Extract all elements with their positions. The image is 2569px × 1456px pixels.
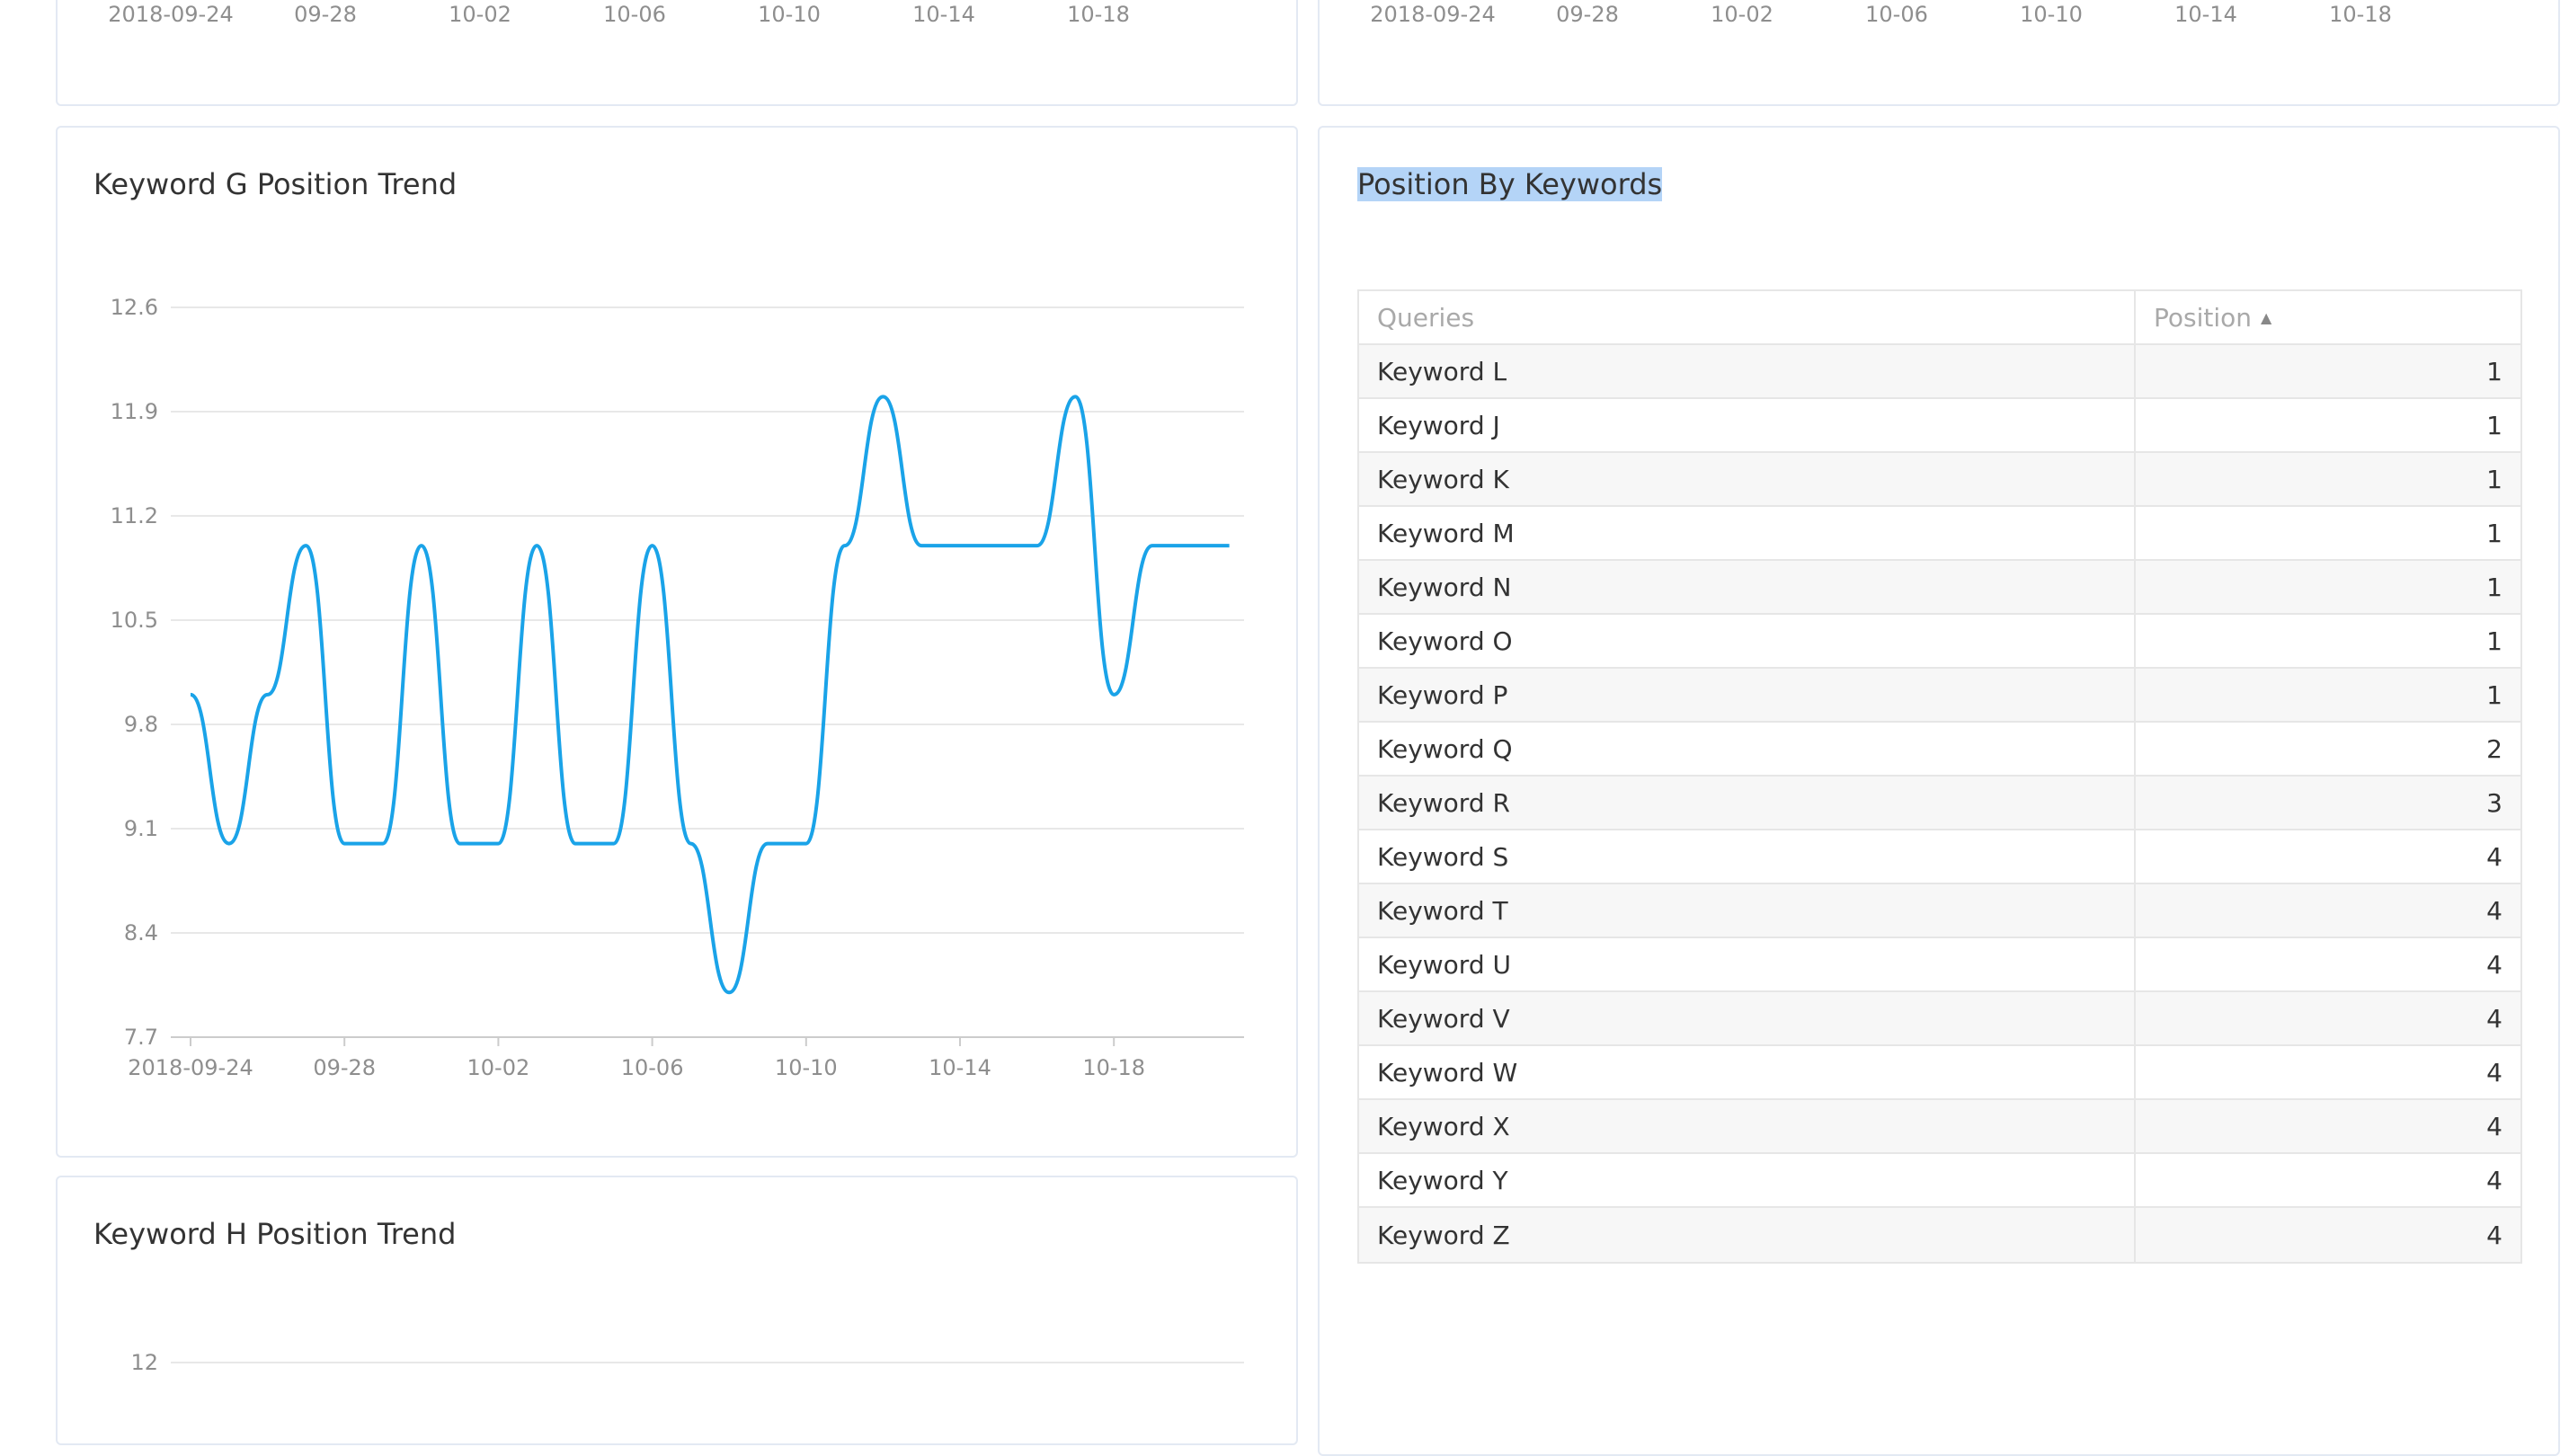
position-cell: 4 bbox=[2136, 1100, 2520, 1152]
top-right-x-tick-label: 10-14 bbox=[2174, 2, 2237, 27]
query-cell: Keyword Y bbox=[1359, 1154, 2136, 1206]
table-body: Keyword L1Keyword J1Keyword K1Keyword M1… bbox=[1359, 345, 2520, 1262]
query-cell: Keyword Q bbox=[1359, 723, 2136, 775]
top-left-x-tick-label: 10-10 bbox=[758, 2, 821, 27]
top-left-x-tick-label: 10-02 bbox=[449, 2, 511, 27]
top-right-chart-card: 2018-09-24 09-28 10-02 10-06 10-10 10-14 10-18 bbox=[1318, 0, 2560, 106]
query-cell: Keyword P bbox=[1359, 669, 2136, 721]
position-cell: 4 bbox=[2136, 938, 2520, 990]
table-row[interactable]: Keyword L1 bbox=[1359, 345, 2520, 399]
table-row[interactable]: Keyword P1 bbox=[1359, 669, 2520, 723]
position-cell: 2 bbox=[2136, 723, 2520, 775]
top-left-chart-card: 2018-09-24 09-28 10-02 10-06 10-10 10-14 10-18 bbox=[56, 0, 1298, 106]
query-cell: Keyword L bbox=[1359, 345, 2136, 397]
top-right-x-tick-label: 10-18 bbox=[2329, 2, 2392, 27]
top-right-x-tick-label: 09-28 bbox=[1556, 2, 1619, 27]
position-cell: 4 bbox=[2136, 1154, 2520, 1206]
x-tick-label: 10-06 bbox=[621, 1055, 684, 1080]
top-right-x-tick-label: 10-06 bbox=[1865, 2, 1928, 27]
x-tick-label: 09-28 bbox=[313, 1055, 376, 1080]
y-tick-label: 9.1 bbox=[124, 816, 158, 841]
x-tick-label: 10-10 bbox=[775, 1055, 838, 1080]
query-cell: Keyword M bbox=[1359, 507, 2136, 559]
x-tick-label: 10-14 bbox=[929, 1055, 991, 1080]
position-column-header[interactable]: Position ▲ bbox=[2136, 291, 2520, 343]
keyword-h-line-chart: 12 bbox=[58, 1177, 1300, 1447]
table-row[interactable]: Keyword S4 bbox=[1359, 830, 2520, 884]
table-row[interactable]: Keyword K1 bbox=[1359, 453, 2520, 507]
position-cell: 1 bbox=[2136, 345, 2520, 397]
query-cell: Keyword J bbox=[1359, 399, 2136, 451]
table-row[interactable]: Keyword X4 bbox=[1359, 1100, 2520, 1154]
selected-title-text[interactable]: Position By Keywords bbox=[1357, 167, 1662, 201]
query-cell: Keyword O bbox=[1359, 615, 2136, 667]
query-cell: Keyword K bbox=[1359, 453, 2136, 505]
top-right-x-tick-label: 10-02 bbox=[1711, 2, 1773, 27]
table-row[interactable]: Keyword V4 bbox=[1359, 992, 2520, 1046]
top-right-x-axis: 2018-09-24 09-28 10-02 10-06 10-10 10-14 10-18 bbox=[1320, 2, 2558, 29]
table-row[interactable]: Keyword O1 bbox=[1359, 615, 2520, 669]
query-cell: Keyword R bbox=[1359, 777, 2136, 829]
keyword-h-chart-card: Keyword H Position Trend 12 bbox=[56, 1176, 1298, 1445]
y-tick-label: 12.6 bbox=[111, 295, 158, 320]
query-cell: Keyword X bbox=[1359, 1100, 2136, 1152]
y-tick-label: 8.4 bbox=[124, 920, 158, 946]
table-row[interactable]: Keyword Q2 bbox=[1359, 723, 2520, 777]
y-tick-label: 12 bbox=[130, 1350, 158, 1375]
x-tick-label: 10-18 bbox=[1082, 1055, 1145, 1080]
y-tick-label: 11.9 bbox=[111, 399, 158, 424]
query-cell: Keyword U bbox=[1359, 938, 2136, 990]
top-right-x-tick-label: 10-10 bbox=[2020, 2, 2083, 27]
query-cell: Keyword W bbox=[1359, 1046, 2136, 1098]
position-by-keywords-title: Position By Keywords bbox=[1357, 167, 1662, 201]
top-left-x-axis: 2018-09-24 09-28 10-02 10-06 10-10 10-14 10-18 bbox=[58, 2, 1296, 29]
x-tick-label: 2018-09-24 bbox=[128, 1055, 253, 1080]
keyword-g-chart-card: Keyword G Position Trend 12.611.911.210.… bbox=[56, 126, 1298, 1158]
position-cell: 1 bbox=[2136, 669, 2520, 721]
queries-column-header[interactable]: Queries bbox=[1359, 291, 2136, 343]
table-row[interactable]: Keyword N1 bbox=[1359, 561, 2520, 615]
table-row[interactable]: Keyword Y4 bbox=[1359, 1154, 2520, 1208]
position-cell: 3 bbox=[2136, 777, 2520, 829]
position-cell: 1 bbox=[2136, 453, 2520, 505]
table-row[interactable]: Keyword T4 bbox=[1359, 884, 2520, 938]
query-cell: Keyword T bbox=[1359, 884, 2136, 937]
top-right-x-tick-label: 2018-09-24 bbox=[1370, 2, 1495, 27]
position-cell: 1 bbox=[2136, 399, 2520, 451]
top-left-x-tick-label: 10-14 bbox=[912, 2, 975, 27]
y-tick-label: 9.8 bbox=[124, 712, 158, 737]
table-row[interactable]: Keyword J1 bbox=[1359, 399, 2520, 453]
sort-ascending-icon[interactable]: ▲ bbox=[2261, 309, 2271, 326]
top-left-x-tick-label: 10-18 bbox=[1067, 2, 1130, 27]
table-row[interactable]: Keyword W4 bbox=[1359, 1046, 2520, 1100]
position-cell: 4 bbox=[2136, 884, 2520, 937]
position-cell: 1 bbox=[2136, 615, 2520, 667]
x-tick-label: 10-02 bbox=[467, 1055, 530, 1080]
table-row[interactable]: Keyword R3 bbox=[1359, 777, 2520, 830]
position-cell: 1 bbox=[2136, 507, 2520, 559]
position-cell: 1 bbox=[2136, 561, 2520, 613]
top-left-x-tick-label: 2018-09-24 bbox=[108, 2, 233, 27]
table-row[interactable]: Keyword Z4 bbox=[1359, 1208, 2520, 1262]
keywords-table: Queries Position ▲ Keyword L1Keyword J1K… bbox=[1357, 289, 2522, 1264]
y-tick-label: 7.7 bbox=[124, 1025, 158, 1050]
position-cell: 4 bbox=[2136, 1046, 2520, 1098]
position-cell: 4 bbox=[2136, 830, 2520, 883]
top-left-x-tick-label: 09-28 bbox=[294, 2, 357, 27]
top-left-x-tick-label: 10-06 bbox=[603, 2, 666, 27]
query-cell: Keyword V bbox=[1359, 992, 2136, 1044]
query-cell: Keyword Z bbox=[1359, 1208, 2136, 1262]
keyword-g-line-chart: 12.6 11.9 11.2 10.5 9.8 9.1 8.4 7.7 2018-09-24 09… bbox=[58, 128, 1300, 1159]
table-row[interactable]: Keyword M1 bbox=[1359, 507, 2520, 561]
table-row[interactable]: Keyword U4 bbox=[1359, 938, 2520, 992]
y-tick-label: 11.2 bbox=[111, 503, 158, 528]
y-tick-label: 10.5 bbox=[111, 608, 158, 633]
position-by-keywords-card: Position By Keywords Queries Position ▲ … bbox=[1318, 126, 2560, 1456]
position-cell: 4 bbox=[2136, 992, 2520, 1044]
position-cell: 4 bbox=[2136, 1208, 2520, 1262]
query-cell: Keyword N bbox=[1359, 561, 2136, 613]
table-header-row: Queries Position ▲ bbox=[1359, 291, 2520, 345]
series-line bbox=[191, 396, 1230, 992]
query-cell: Keyword S bbox=[1359, 830, 2136, 883]
